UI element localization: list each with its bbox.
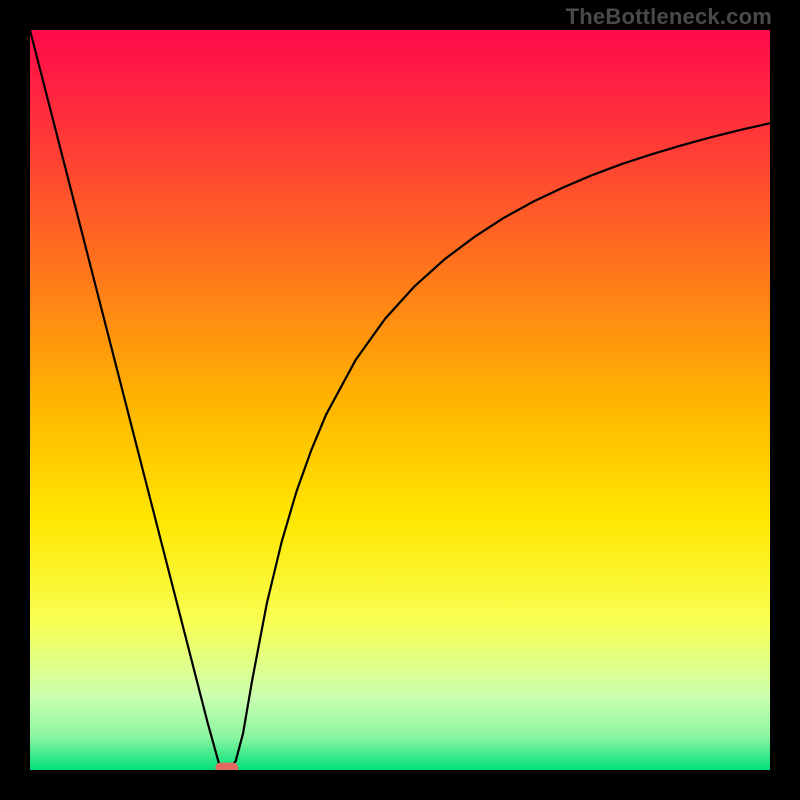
gradient-background xyxy=(30,30,770,770)
minimum-marker xyxy=(216,763,238,770)
chart-frame: TheBottleneck.com xyxy=(0,0,800,800)
watermark-text: TheBottleneck.com xyxy=(566,4,772,30)
plot-svg xyxy=(30,30,770,770)
plot-area xyxy=(30,30,770,770)
